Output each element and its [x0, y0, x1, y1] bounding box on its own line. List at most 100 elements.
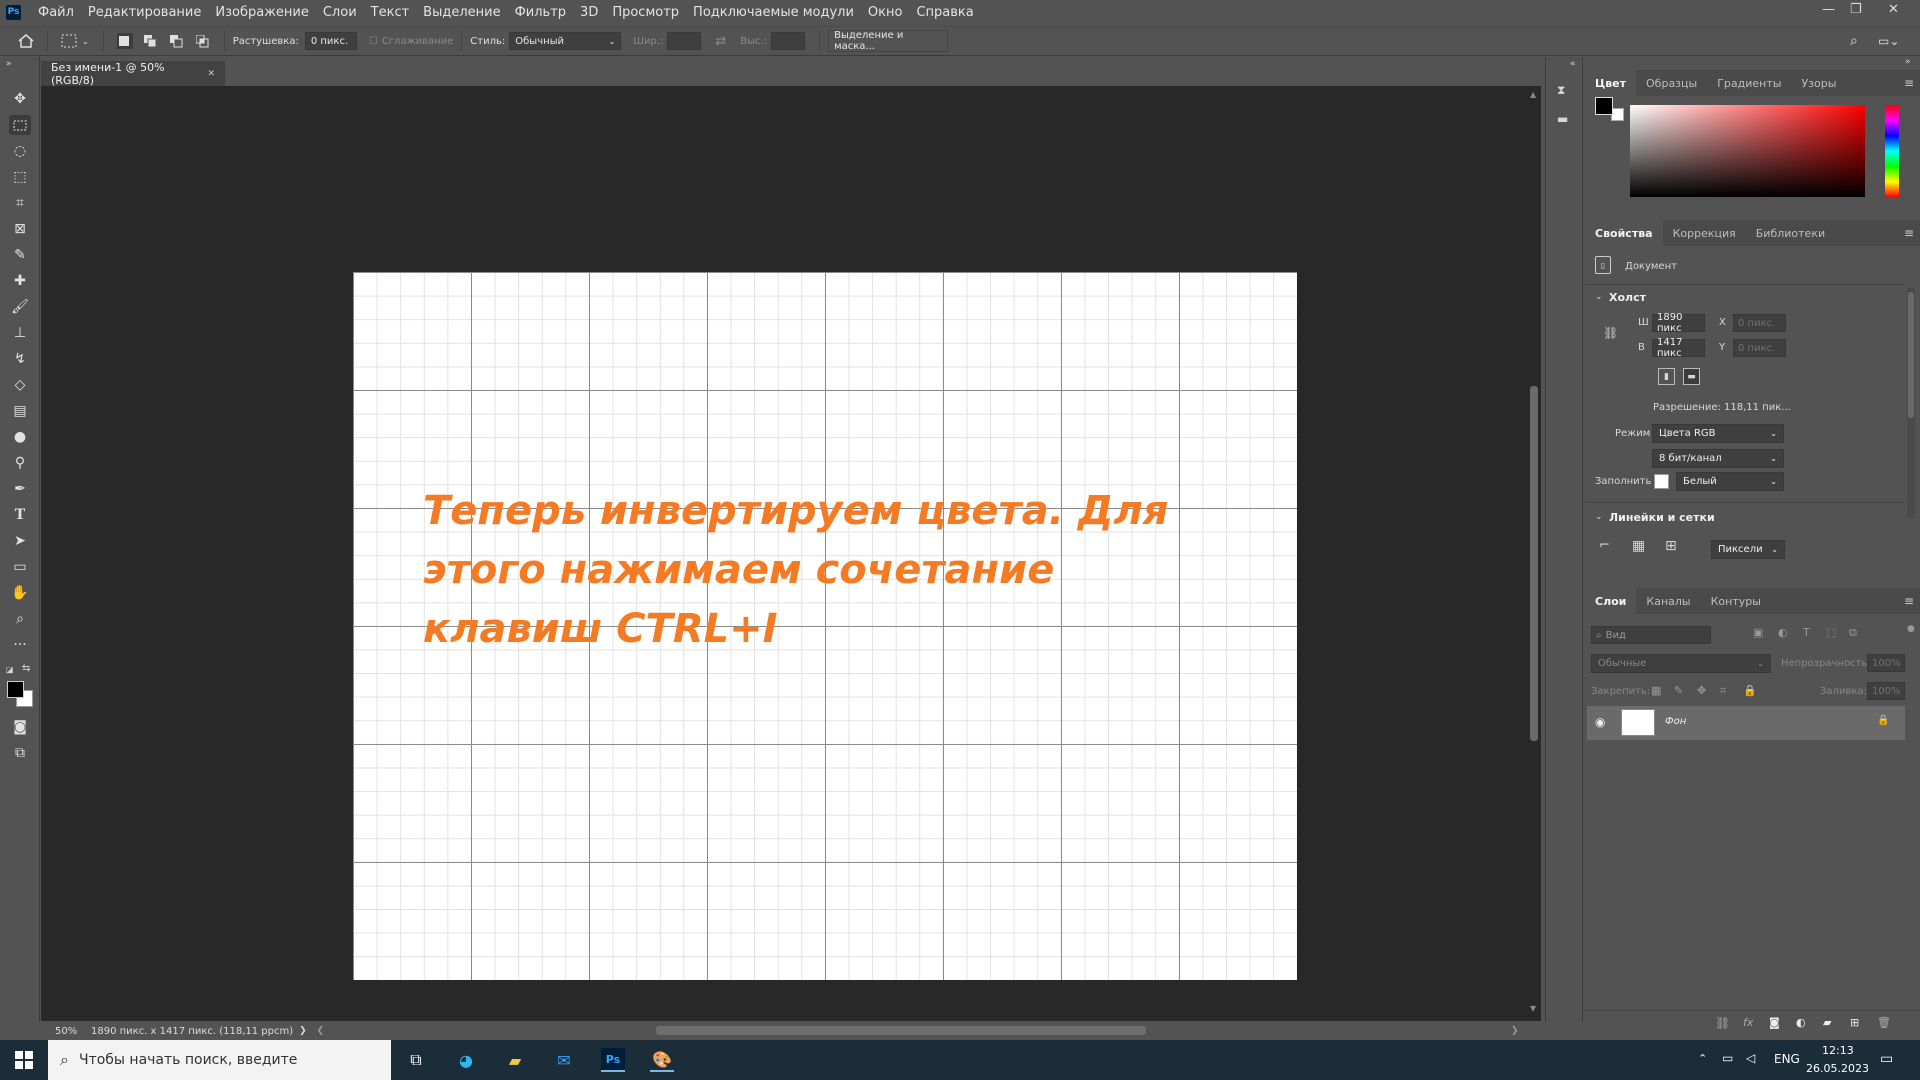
tab-libraries[interactable]: Библиотеки: [1746, 220, 1835, 246]
language-indicator[interactable]: ENG: [1774, 1052, 1800, 1066]
swap-colors-icon[interactable]: ⇆: [22, 663, 30, 674]
layer-name[interactable]: Фон: [1665, 716, 1686, 727]
collapse-icon[interactable]: «: [1570, 59, 1576, 69]
volume-icon[interactable]: ◁: [1746, 1051, 1755, 1065]
clock-date[interactable]: 26.05.2023: [1806, 1062, 1869, 1075]
history-brush-tool-icon[interactable]: ↯: [9, 349, 31, 369]
color-field[interactable]: [1630, 105, 1865, 197]
rect-marquee-tool-icon[interactable]: [9, 115, 31, 135]
filter-smart-icon[interactable]: ⧉: [1849, 626, 1857, 640]
filter-toggle-icon[interactable]: ●: [1907, 624, 1915, 634]
scroll-left-icon[interactable]: ❮: [317, 1026, 325, 1036]
select-and-mask-button[interactable]: Выделение и маска...: [828, 30, 949, 52]
grid-icon[interactable]: ▦: [1632, 538, 1650, 556]
minimize-icon[interactable]: —: [1822, 2, 1835, 17]
mail-icon[interactable]: ✉: [552, 1048, 576, 1072]
zoom-level[interactable]: 50%: [55, 1026, 85, 1037]
fx-icon[interactable]: fx: [1743, 1016, 1753, 1029]
rectangle-tool-icon[interactable]: ▭: [9, 557, 31, 577]
object-select-tool-icon[interactable]: ⬚: [9, 167, 31, 187]
units-select[interactable]: Пиксели ⌄: [1711, 540, 1785, 559]
tab-patterns[interactable]: Узоры: [1791, 70, 1846, 96]
link-layers-icon[interactable]: ⛓: [1715, 1016, 1730, 1030]
filter-type-icon[interactable]: T: [1803, 626, 1810, 639]
edge-browser-icon[interactable]: ◕: [454, 1048, 478, 1072]
menu-image[interactable]: Изображение: [208, 5, 315, 20]
zoom-tool-icon[interactable]: ⌕: [9, 609, 31, 629]
style-select[interactable]: Обычный ⌄: [509, 32, 622, 50]
lock-pixels-icon[interactable]: ✎: [1674, 684, 1683, 697]
panel-menu-icon[interactable]: ≡: [1904, 226, 1914, 240]
canvas-y-input[interactable]: 0 пикс.: [1733, 339, 1786, 357]
vertical-scrollbar[interactable]: ▲ ▼: [1527, 86, 1541, 1021]
menu-select[interactable]: Выделение: [416, 5, 507, 20]
bit-depth-select[interactable]: 8 бит/канал ⌄: [1652, 449, 1784, 468]
windows-start-icon[interactable]: [12, 1048, 36, 1072]
canvas-width-input[interactable]: 1890 пикс: [1652, 312, 1705, 334]
opacity-input[interactable]: 100%: [1867, 654, 1905, 672]
frame-tool-icon[interactable]: ⊠: [9, 219, 31, 239]
marquee-preset-icon[interactable]: [61, 33, 77, 49]
tab-gradients[interactable]: Градиенты: [1707, 70, 1791, 96]
workspace-icon[interactable]: ▭⌄: [1878, 34, 1899, 48]
home-icon[interactable]: [18, 33, 34, 49]
canvas-height-input[interactable]: 1417 пикс: [1652, 337, 1705, 359]
menu-view[interactable]: Просмотр: [605, 5, 686, 20]
tab-layers[interactable]: Слои: [1585, 588, 1637, 614]
scroll-down-icon[interactable]: ▼: [1530, 1004, 1536, 1013]
width-input[interactable]: [667, 32, 702, 50]
document-info[interactable]: 1890 пикс. x 1417 пикс. (118,11 ppcm): [91, 1026, 293, 1037]
menu-window[interactable]: Окно: [861, 5, 910, 20]
tab-color[interactable]: Цвет: [1585, 70, 1637, 96]
close-icon[interactable]: ✕: [1888, 2, 1899, 17]
tab-adjustments[interactable]: Коррекция: [1663, 220, 1746, 246]
collapse-right-icon[interactable]: »: [1905, 57, 1911, 67]
new-group-icon[interactable]: ▰: [1823, 1016, 1831, 1029]
eyedropper-tool-icon[interactable]: ✎: [9, 245, 31, 265]
comments-panel-icon[interactable]: ▬: [1557, 112, 1573, 128]
foreground-color-swatch[interactable]: [7, 681, 24, 698]
task-view-icon[interactable]: ⧉: [404, 1048, 428, 1072]
portrait-orientation-icon[interactable]: ▮: [1658, 368, 1675, 385]
new-selection-icon[interactable]: [116, 33, 133, 49]
screen-mode-icon[interactable]: ⧉: [9, 743, 31, 763]
tray-expand-icon[interactable]: ⌃: [1698, 1052, 1707, 1065]
delete-layer-icon[interactable]: 🗑: [1877, 1016, 1891, 1029]
color-fg-swatch[interactable]: [1595, 97, 1613, 115]
layer-lock-icon[interactable]: 🔒: [1877, 715, 1889, 726]
quick-mask-icon[interactable]: ◙: [9, 717, 31, 737]
antialias-checkbox[interactable]: ☐: [369, 36, 378, 47]
tab-properties[interactable]: Свойства: [1585, 220, 1663, 246]
clock-time[interactable]: 12:13: [1822, 1044, 1854, 1057]
tab-paths[interactable]: Контуры: [1701, 588, 1771, 614]
healing-brush-tool-icon[interactable]: ✚: [9, 271, 31, 291]
restore-icon[interactable]: ❐: [1850, 2, 1862, 17]
blur-tool-icon[interactable]: ●: [9, 427, 31, 447]
lock-artboard-icon[interactable]: ⌗: [1720, 684, 1726, 698]
notifications-icon[interactable]: ▭: [1880, 1051, 1893, 1067]
swap-icon[interactable]: ⇄: [715, 34, 726, 49]
menu-type[interactable]: Текст: [364, 5, 417, 20]
lock-all-icon[interactable]: 🔒: [1743, 684, 1757, 697]
tab-channels[interactable]: Каналы: [1636, 588, 1700, 614]
type-tool-icon[interactable]: T: [9, 505, 31, 525]
brush-tool-icon[interactable]: 🖌: [9, 297, 31, 317]
history-panel-icon[interactable]: ⧗: [1557, 83, 1573, 99]
menu-layers[interactable]: Слои: [316, 5, 364, 20]
search-icon[interactable]: ⌕: [1850, 33, 1858, 49]
layer-row[interactable]: ◉ Фон 🔒: [1587, 706, 1905, 740]
properties-scrollbar[interactable]: [1907, 288, 1915, 518]
menu-3d[interactable]: 3D: [573, 5, 605, 20]
close-tab-icon[interactable]: ✕: [207, 69, 215, 79]
path-select-tool-icon[interactable]: ➤: [9, 531, 31, 551]
panel-menu-icon[interactable]: ≡: [1904, 76, 1914, 90]
feather-input[interactable]: 0 пикс.: [304, 32, 357, 50]
eraser-tool-icon[interactable]: ◇: [9, 375, 31, 395]
chevron-down-icon[interactable]: ⌄: [1595, 512, 1603, 522]
tab-swatches[interactable]: Образцы: [1636, 70, 1707, 96]
add-selection-icon[interactable]: [143, 33, 159, 49]
filter-adjust-icon[interactable]: ◐: [1778, 626, 1788, 639]
photoshop-logo-icon[interactable]: Ps: [6, 4, 21, 20]
photoshop-taskbar-icon[interactable]: Ps: [601, 1048, 625, 1072]
menu-file[interactable]: Файл: [31, 5, 81, 20]
